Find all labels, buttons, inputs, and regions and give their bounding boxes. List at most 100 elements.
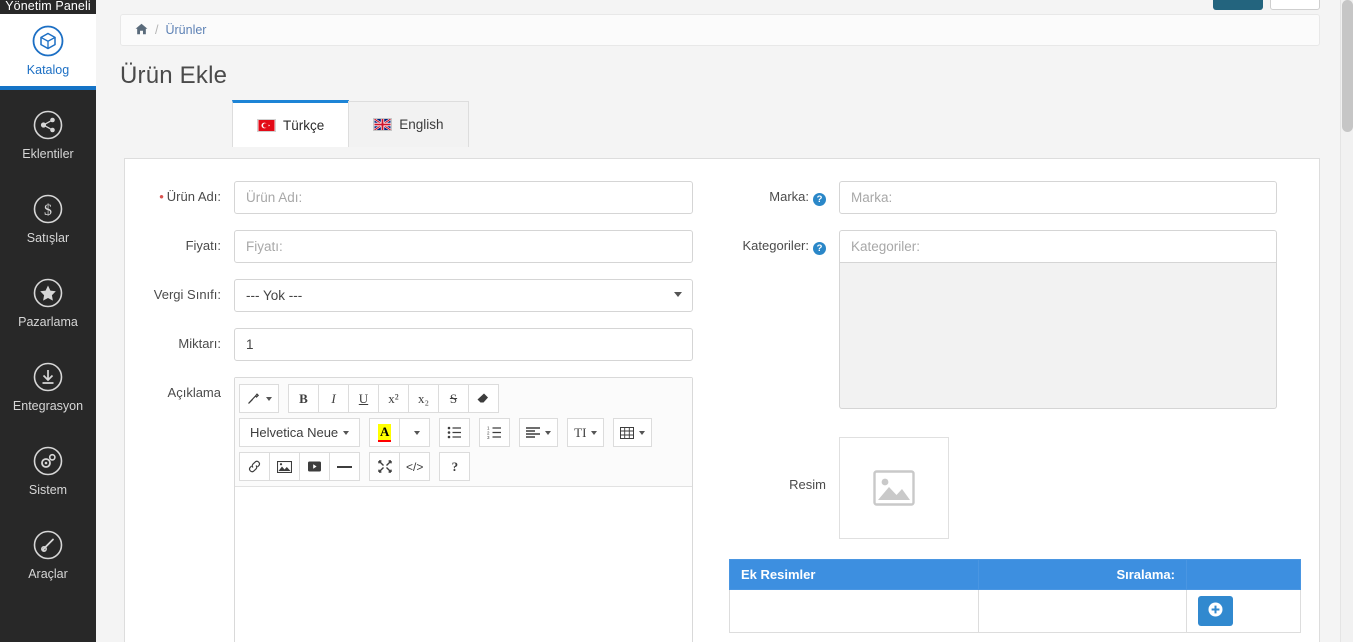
back-button[interactable] — [1270, 0, 1320, 10]
table-header-row: Ek Resimler Sıralama: — [730, 560, 1301, 590]
home-icon[interactable] — [135, 23, 148, 37]
share-nodes-icon — [31, 108, 65, 142]
tab-label: English — [399, 117, 443, 132]
dollar-icon: $ — [31, 192, 65, 226]
table-row — [730, 590, 1301, 633]
categories-selected-list[interactable] — [839, 263, 1277, 409]
tax-class-label: Vergi Sınıfı: — [134, 279, 234, 303]
admin-page: Yönetim Paneli Katalog Eklentiler $ Satı… — [0, 0, 1353, 642]
form-panel: •Ürün Adı: Fiyatı: Vergi Sınıfı: — [124, 158, 1320, 642]
add-row-button[interactable] — [1198, 596, 1233, 626]
sidebar: Yönetim Paneli Katalog Eklentiler $ Satı… — [0, 0, 96, 642]
italic-button[interactable]: I — [318, 384, 349, 413]
field-description: Açıklama — [134, 377, 709, 642]
table-header-actions — [1187, 560, 1301, 590]
font-family-select[interactable]: Helvetica Neue — [239, 418, 360, 447]
brand-input[interactable] — [839, 181, 1277, 214]
breadcrumb-separator: / — [155, 23, 158, 37]
cell-sort-order — [978, 590, 1186, 633]
tab-english[interactable]: English — [348, 101, 468, 147]
sidebar-item-katalog[interactable]: Katalog — [0, 14, 96, 86]
chevron-down-icon — [639, 431, 645, 435]
sidebar-item-eklentiler[interactable]: Eklentiler — [0, 98, 96, 170]
unordered-list-button[interactable] — [439, 418, 470, 447]
editor-toolbar-row-3: </> ? — [239, 452, 688, 481]
download-icon — [31, 360, 65, 394]
cell-image — [730, 590, 979, 633]
product-name-label: •Ürün Adı: — [134, 181, 234, 205]
language-tabs: Türkçe English — [232, 100, 1353, 147]
chevron-down-icon — [266, 397, 272, 401]
ordered-list-button[interactable]: 123 — [479, 418, 510, 447]
line-height-button[interactable]: TI — [567, 418, 604, 447]
svg-text:$: $ — [44, 202, 52, 219]
categories-input[interactable] — [839, 230, 1277, 263]
product-image-thumbnail[interactable] — [839, 437, 949, 539]
vertical-scrollbar[interactable] — [1340, 0, 1353, 642]
toolbar-actions — [1213, 0, 1320, 10]
question-circle-icon[interactable]: ? — [813, 242, 826, 255]
description-label: Açıklama — [134, 377, 234, 401]
form-left-column: •Ürün Adı: Fiyatı: Vergi Sınıfı: — [125, 181, 709, 642]
field-price: Fiyatı: — [134, 230, 709, 263]
svg-text:3: 3 — [487, 435, 490, 439]
chevron-down-icon — [343, 431, 349, 435]
clear-format-eraser-icon[interactable] — [468, 384, 499, 413]
help-button[interactable]: ? — [439, 452, 470, 481]
table-header-siralama: Sıralama: — [978, 560, 1186, 590]
sidebar-item-satislar[interactable]: $ Satışlar — [0, 182, 96, 254]
tax-class-select[interactable] — [234, 279, 693, 312]
categories-label: Kategoriler:? — [729, 230, 839, 255]
magic-style-button[interactable] — [239, 384, 279, 413]
sidebar-item-pazarlama[interactable]: Pazarlama — [0, 266, 96, 338]
link-icon[interactable] — [239, 452, 270, 481]
tax-class-select-wrap — [234, 279, 693, 312]
field-product-name: •Ürün Adı: — [134, 181, 709, 214]
rich-text-editor: B I U x² x₂ S — [234, 377, 693, 642]
form-right-column: Marka:? Kategoriler:? — [709, 181, 1293, 642]
picture-icon[interactable] — [269, 452, 300, 481]
quantity-input[interactable] — [234, 328, 693, 361]
horizontal-rule-icon[interactable] — [329, 452, 360, 481]
editor-content-area[interactable] — [235, 487, 692, 642]
superscript-button[interactable]: x² — [378, 384, 409, 413]
product-name-input[interactable] — [234, 181, 693, 214]
sidebar-item-label: Satışlar — [0, 232, 96, 245]
sidebar-item-label: Pazarlama — [0, 316, 96, 329]
fullscreen-icon[interactable] — [369, 452, 400, 481]
paragraph-align-button[interactable] — [519, 418, 558, 447]
quantity-label: Miktarı: — [134, 328, 234, 352]
image-placeholder-icon — [871, 468, 917, 508]
tr-flag-icon — [257, 119, 276, 132]
strikethrough-button[interactable]: S — [438, 384, 469, 413]
code-view-icon[interactable]: </> — [399, 452, 430, 481]
text-color-dropdown[interactable] — [399, 418, 430, 447]
subscript-button[interactable]: x₂ — [408, 384, 439, 413]
save-button[interactable] — [1213, 0, 1263, 10]
breadcrumb: / Ürünler — [120, 14, 1320, 46]
sidebar-item-sistem[interactable]: Sistem — [0, 434, 96, 506]
plus-circle-icon — [1208, 602, 1223, 620]
field-tax-class: Vergi Sınıfı: — [134, 279, 709, 312]
text-color-button[interactable]: A — [369, 418, 400, 447]
editor-toolbar-row-2: Helvetica Neue A — [239, 418, 688, 447]
extra-images-table: Ek Resimler Sıralama: — [729, 559, 1301, 633]
sidebar-item-araclar[interactable]: Araçlar — [0, 518, 96, 590]
star-icon — [31, 276, 65, 310]
breadcrumb-current[interactable]: Ürünler — [165, 23, 206, 37]
question-circle-icon[interactable]: ? — [813, 193, 826, 206]
main-content: / Ürünler Ürün Ekle Türkçe English — [96, 0, 1353, 642]
video-icon[interactable] — [299, 452, 330, 481]
brand-label: Marka:? — [729, 181, 839, 206]
sidebar-item-label: Entegrasyon — [0, 400, 96, 413]
sidebar-item-label: Eklentiler — [0, 148, 96, 161]
underline-button[interactable]: U — [348, 384, 379, 413]
cube-icon — [31, 24, 65, 58]
sidebar-item-entegrasyon[interactable]: Entegrasyon — [0, 350, 96, 422]
gb-flag-icon — [373, 118, 392, 131]
field-quantity: Miktarı: — [134, 328, 709, 361]
tab-turkce[interactable]: Türkçe — [232, 100, 349, 147]
price-input[interactable] — [234, 230, 693, 263]
table-button[interactable] — [613, 418, 652, 447]
bold-button[interactable]: B — [288, 384, 319, 413]
